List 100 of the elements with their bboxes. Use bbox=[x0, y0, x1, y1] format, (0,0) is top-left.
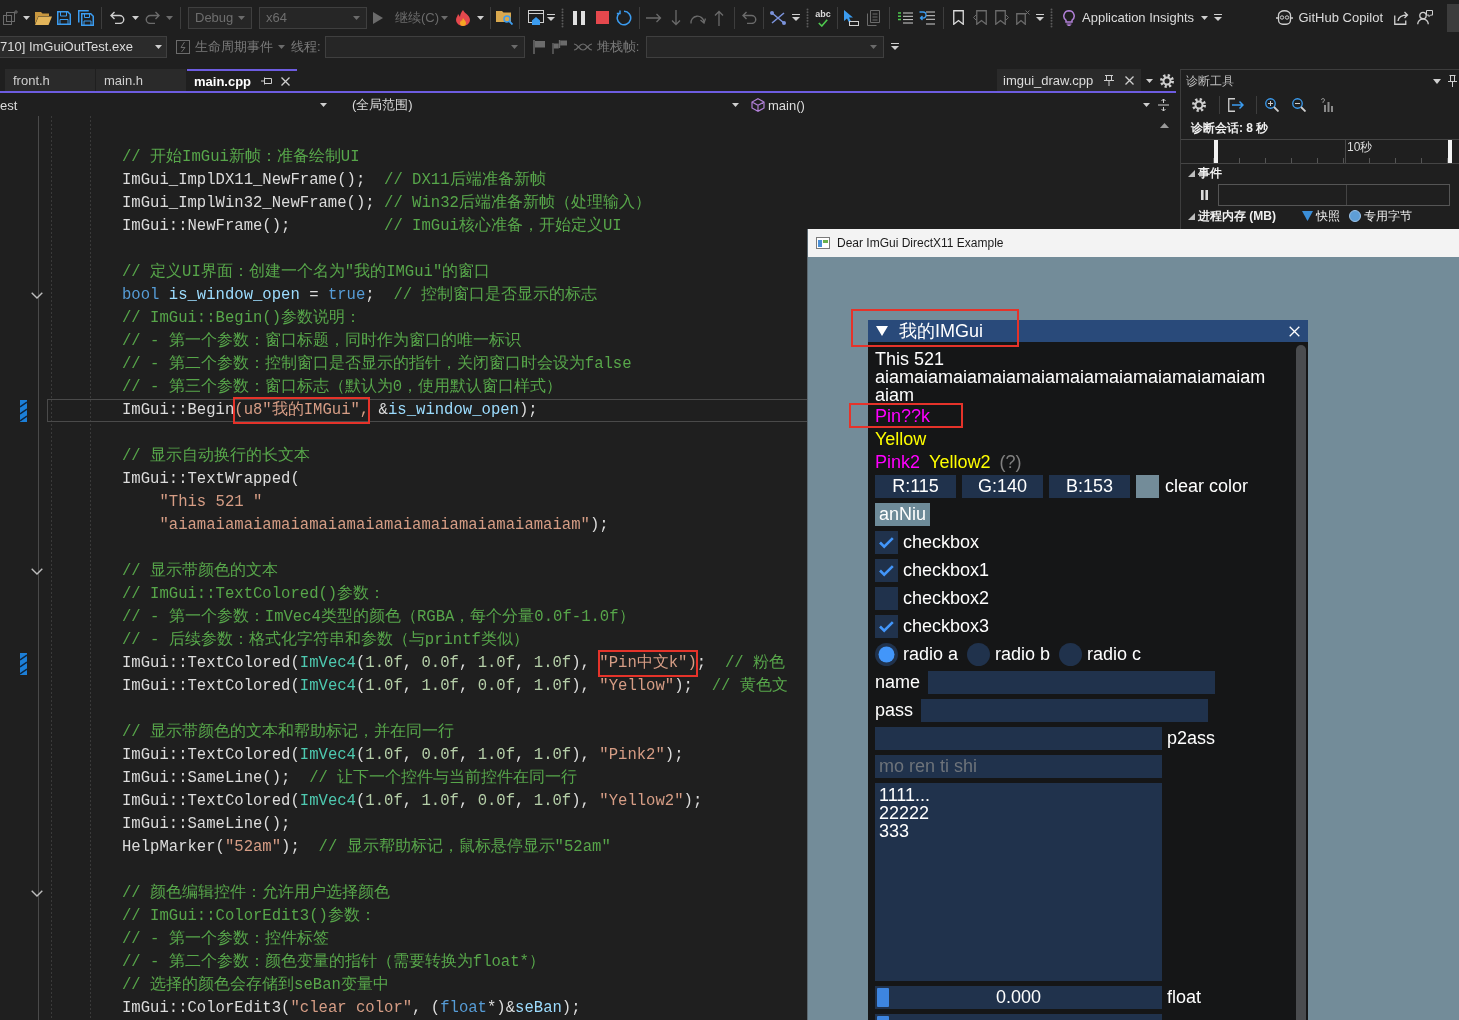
scroll-up-arrow-icon[interactable] bbox=[1160, 123, 1169, 128]
pin-icon[interactable] bbox=[1448, 75, 1457, 87]
member-dropdown[interactable]: main() bbox=[746, 94, 1155, 116]
split-icon[interactable] bbox=[1158, 99, 1169, 111]
caret-icon[interactable] bbox=[131, 15, 139, 20]
checkbox[interactable]: checkbox3 bbox=[875, 615, 990, 638]
overflow-caret-icon[interactable] bbox=[547, 14, 555, 21]
checkbox[interactable]: checkbox2 bbox=[875, 587, 990, 610]
documents-icon[interactable] bbox=[866, 9, 880, 26]
scrollbar[interactable] bbox=[1296, 345, 1306, 1020]
text-input[interactable] bbox=[875, 727, 1162, 750]
number-field[interactable]: G:140 bbox=[962, 475, 1043, 498]
close-icon[interactable] bbox=[281, 76, 290, 86]
code-line: // 定义UI界面：创建一个名为"我的IMGui"的窗口 bbox=[122, 261, 491, 283]
flag-icon[interactable] bbox=[532, 39, 545, 54]
pause-icon[interactable] bbox=[573, 10, 585, 25]
chevron-icon[interactable] bbox=[31, 292, 43, 299]
caret-icon[interactable] bbox=[320, 103, 327, 107]
grip-icon[interactable] bbox=[805, 7, 809, 28]
editor-tab[interactable]: front.h bbox=[5, 69, 95, 91]
copilot-button[interactable]: GitHub Copilot bbox=[1276, 5, 1383, 30]
pointer-icon[interactable] bbox=[843, 9, 859, 26]
flags-icon[interactable] bbox=[552, 39, 568, 54]
slider-grab[interactable] bbox=[877, 988, 889, 1007]
stacked-squares-icon[interactable] bbox=[2, 9, 18, 26]
project-dropdown[interactable]: est bbox=[0, 94, 338, 116]
caret-icon[interactable] bbox=[732, 103, 739, 107]
text-input[interactable] bbox=[921, 699, 1209, 722]
share-icon[interactable] bbox=[1393, 10, 1409, 25]
action-button[interactable]: anNiu bbox=[875, 503, 931, 526]
radio-button[interactable]: radio b bbox=[967, 643, 1051, 666]
code-line: ImGui::TextWrapped( bbox=[122, 469, 300, 490]
export-icon[interactable] bbox=[1228, 98, 1244, 112]
overflow-caret-icon[interactable] bbox=[1036, 14, 1044, 21]
save-icon[interactable] bbox=[57, 10, 71, 25]
settings-icon[interactable] bbox=[1192, 98, 1206, 112]
caret-icon[interactable] bbox=[23, 15, 30, 20]
caret-icon[interactable] bbox=[1433, 78, 1441, 84]
overflow-caret-icon[interactable] bbox=[891, 43, 900, 50]
window-icon[interactable] bbox=[528, 10, 544, 25]
up-arrow-icon[interactable] bbox=[714, 9, 724, 26]
text-input[interactable] bbox=[928, 671, 1216, 694]
insights-button[interactable]: Application Insights bbox=[1055, 5, 1213, 30]
caret-icon[interactable] bbox=[155, 44, 162, 49]
caret-icon[interactable] bbox=[1145, 79, 1153, 83]
caret-icon[interactable] bbox=[1143, 103, 1150, 107]
list-icon[interactable] bbox=[897, 11, 913, 24]
folder-icon[interactable] bbox=[34, 10, 52, 25]
bar-chart-icon[interactable] bbox=[1321, 98, 1333, 112]
radio-button[interactable]: radio a bbox=[875, 643, 959, 666]
editor-tab[interactable]: imgui_draw.cpp bbox=[997, 69, 1141, 91]
number-field[interactable]: B:153 bbox=[1049, 475, 1130, 498]
editor-tab[interactable]: main.cpp bbox=[187, 69, 297, 91]
scope-dropdown[interactable]: (全局范围) bbox=[344, 94, 744, 116]
expand-triangle-icon[interactable] bbox=[1188, 212, 1195, 220]
list-arrow-icon[interactable] bbox=[919, 10, 935, 25]
flame-icon[interactable] bbox=[456, 9, 470, 26]
zoom-out-icon[interactable] bbox=[1292, 98, 1306, 112]
save-all-icon[interactable] bbox=[78, 9, 94, 26]
slider[interactable]: 0.000 bbox=[875, 986, 1162, 1009]
wave-lines-icon[interactable] bbox=[573, 41, 592, 52]
spell-check-button[interactable]: abc bbox=[812, 5, 834, 30]
person-chat-icon[interactable] bbox=[1417, 10, 1433, 25]
multiline-input[interactable]: 1111... 22222 333 bbox=[875, 783, 1162, 981]
down-arrow-icon[interactable] bbox=[671, 9, 681, 26]
stop-icon[interactable] bbox=[595, 11, 609, 24]
bookmark-right-arrow-icon[interactable] bbox=[995, 10, 1009, 25]
grip-icon[interactable] bbox=[560, 7, 564, 28]
range-handle[interactable] bbox=[1214, 140, 1218, 163]
zoom-in-icon[interactable] bbox=[1265, 98, 1279, 112]
crossed-lines-icon[interactable] bbox=[770, 10, 786, 25]
pause-icon[interactable] bbox=[1201, 189, 1208, 200]
settings-icon[interactable] bbox=[1159, 74, 1174, 88]
circular-arrow-icon[interactable] bbox=[616, 9, 632, 26]
close-icon[interactable] bbox=[1125, 75, 1134, 85]
collapse-triangle-icon[interactable] bbox=[876, 326, 888, 336]
radio-button[interactable]: radio c bbox=[1059, 643, 1142, 666]
pin-icon[interactable] bbox=[261, 77, 272, 85]
help-marker[interactable]: (?) bbox=[999, 451, 1022, 474]
bookmark-cross-icon[interactable] bbox=[1016, 10, 1030, 25]
process-dropdown[interactable]: 710] ImGuiOutTest.exe bbox=[0, 35, 167, 58]
caret-icon[interactable] bbox=[476, 15, 484, 20]
folder-search-icon[interactable] bbox=[495, 10, 513, 25]
checkbox[interactable]: checkbox1 bbox=[875, 559, 990, 582]
color-swatch[interactable] bbox=[1136, 475, 1159, 498]
redo-icon[interactable] bbox=[144, 11, 160, 24]
overflow-caret-icon[interactable] bbox=[1214, 14, 1222, 21]
number-field[interactable]: R:115 bbox=[875, 475, 956, 498]
expand-triangle-icon[interactable] bbox=[1188, 169, 1195, 177]
bookmark-icon[interactable] bbox=[952, 10, 964, 25]
checkbox[interactable]: checkbox bbox=[875, 531, 980, 554]
editor-tab[interactable]: main.h bbox=[96, 69, 186, 91]
range-handle[interactable] bbox=[1448, 140, 1452, 163]
pin-icon[interactable] bbox=[1104, 74, 1114, 86]
chevron-icon[interactable] bbox=[31, 568, 43, 575]
overflow-caret-icon[interactable] bbox=[792, 14, 800, 21]
chevron-icon[interactable] bbox=[31, 890, 43, 897]
right-arrow-icon[interactable] bbox=[646, 12, 662, 23]
grip-icon[interactable] bbox=[1049, 7, 1053, 28]
bookmark-left-arrow-icon[interactable] bbox=[973, 10, 987, 25]
